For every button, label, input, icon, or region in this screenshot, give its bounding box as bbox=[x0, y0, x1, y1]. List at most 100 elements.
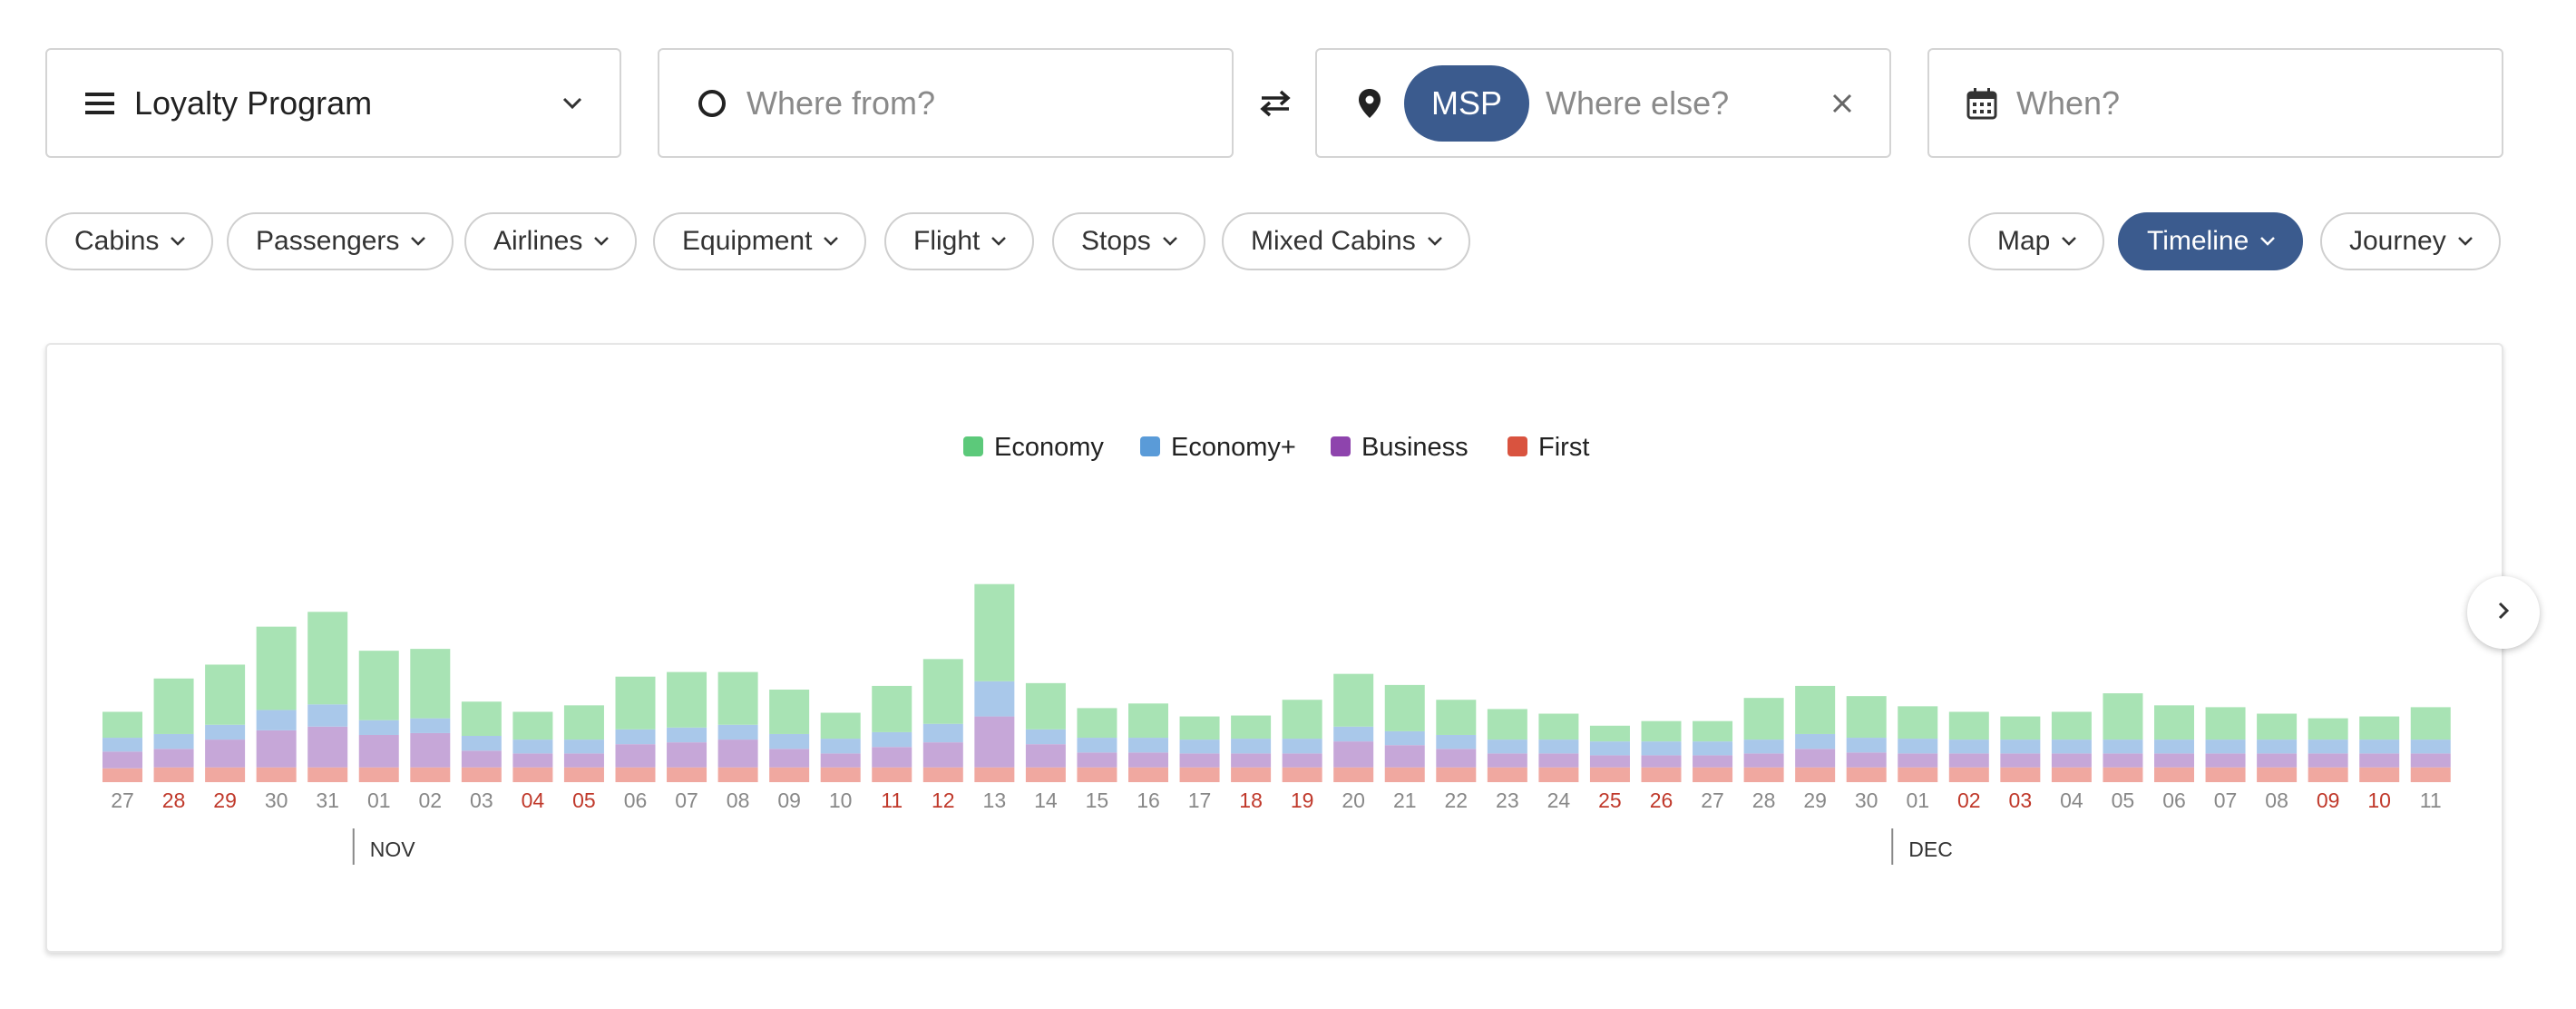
chevron-right-icon bbox=[2496, 600, 2511, 626]
bar-segment-economy-plus bbox=[1025, 729, 1066, 745]
chevron-down-icon bbox=[1427, 236, 1443, 247]
bar-segment-business bbox=[1282, 753, 1322, 768]
x-tick-label: 19 bbox=[1291, 789, 1314, 812]
x-tick-label: 05 bbox=[572, 789, 596, 812]
x-tick-label: 28 bbox=[1752, 789, 1776, 812]
x-tick-label: 02 bbox=[1957, 789, 1981, 812]
menu-icon bbox=[83, 87, 116, 120]
bar-segment-economy bbox=[1641, 720, 1682, 742]
bar-segment-economy-plus bbox=[769, 733, 810, 749]
bar-segment-economy bbox=[2000, 716, 2041, 740]
x-tick-label: 28 bbox=[162, 789, 186, 812]
bar-segment-economy bbox=[2051, 711, 2092, 740]
swap-arrows-icon[interactable] bbox=[1255, 87, 1295, 120]
bar-segment-economy bbox=[2205, 707, 2246, 740]
bar-segment-business bbox=[461, 750, 502, 768]
legend-label: First bbox=[1538, 433, 1589, 462]
filter-mixed-cabins[interactable]: Mixed Cabins bbox=[1222, 212, 1470, 270]
destination-chip-msp[interactable]: MSP bbox=[1404, 64, 1530, 142]
bar-segment-business bbox=[1231, 753, 1272, 768]
bar-segment-economy bbox=[1077, 708, 1117, 739]
bar-segment-economy-plus bbox=[102, 738, 142, 752]
bar-segment-business bbox=[1589, 755, 1630, 768]
bar-segment-first bbox=[1795, 767, 1836, 782]
filter-airlines[interactable]: Airlines bbox=[464, 212, 638, 270]
next-period-button[interactable] bbox=[2467, 576, 2540, 649]
bar-segment-business bbox=[769, 749, 810, 768]
bar-segment-economy-plus bbox=[2257, 740, 2298, 754]
bar-segment-economy-plus bbox=[717, 724, 758, 740]
bar-segment-first bbox=[667, 767, 707, 782]
filter-passengers[interactable]: Passengers bbox=[227, 212, 454, 270]
bar-segment-business bbox=[1179, 753, 1220, 768]
x-tick-label: 11 bbox=[881, 789, 903, 812]
filter-label: Equipment bbox=[682, 226, 813, 256]
bar-segment-business bbox=[358, 734, 399, 768]
bar-segment-first bbox=[2308, 767, 2348, 782]
bar-segment-economy bbox=[2359, 716, 2400, 740]
x-tick-label: 07 bbox=[675, 789, 698, 812]
bar-segment-economy bbox=[1538, 713, 1579, 740]
bar-segment-economy-plus bbox=[872, 731, 912, 748]
bar-segment-economy-plus bbox=[205, 724, 246, 740]
bar-segment-first bbox=[2103, 767, 2143, 782]
bar-segment-economy bbox=[667, 671, 707, 728]
bar-segment-economy-plus bbox=[2103, 740, 2143, 754]
bar-segment-first bbox=[1589, 767, 1630, 782]
x-tick-label: 30 bbox=[265, 789, 288, 812]
bar-segment-first bbox=[2410, 767, 2451, 782]
bar-segment-first bbox=[872, 767, 912, 782]
view-journey[interactable]: Journey bbox=[2320, 212, 2501, 270]
filter-equipment[interactable]: Equipment bbox=[653, 212, 867, 270]
bar-segment-economy bbox=[1128, 703, 1168, 739]
bar-segment-first bbox=[1282, 767, 1322, 782]
date-input[interactable]: When? bbox=[1927, 48, 2503, 158]
bar-segment-economy-plus bbox=[256, 710, 297, 730]
bar-segment-business bbox=[717, 740, 758, 768]
legend-label: Economy+ bbox=[1171, 433, 1296, 462]
bar-segment-economy bbox=[1487, 709, 1527, 740]
bar-segment-business bbox=[2410, 753, 2451, 768]
chevron-down-icon bbox=[2457, 236, 2474, 247]
x-tick-label: 13 bbox=[983, 789, 1007, 812]
bar-segment-first bbox=[1077, 767, 1117, 782]
origin-input[interactable]: Where from? bbox=[658, 48, 1234, 158]
bar-segment-business bbox=[512, 753, 553, 768]
view-map[interactable]: Map bbox=[1968, 212, 2105, 270]
x-tick-label: 14 bbox=[1034, 789, 1058, 812]
bar-segment-economy-plus bbox=[2154, 740, 2194, 754]
bar-segment-first bbox=[410, 767, 451, 782]
bar-segment-economy-plus bbox=[410, 718, 451, 733]
destination-input[interactable]: MSP Where else? bbox=[1315, 48, 1891, 158]
bar-segment-first bbox=[102, 768, 142, 782]
bar-segment-economy bbox=[2103, 693, 2143, 740]
filter-stops[interactable]: Stops bbox=[1052, 212, 1205, 270]
loyalty-program-select[interactable]: Loyalty Program bbox=[45, 48, 621, 158]
chevron-down-icon bbox=[561, 96, 583, 111]
chevron-down-icon bbox=[170, 236, 186, 247]
x-tick-label: 18 bbox=[1239, 789, 1263, 812]
x-tick-label: 29 bbox=[213, 789, 237, 812]
bar-segment-economy bbox=[1693, 720, 1733, 742]
bar-segment-first bbox=[1179, 767, 1220, 782]
bar-segment-first bbox=[2257, 767, 2298, 782]
bar-segment-business bbox=[2154, 753, 2194, 768]
bar-segment-business bbox=[1384, 745, 1425, 768]
close-icon[interactable] bbox=[1831, 93, 1853, 114]
x-tick-label: 29 bbox=[1803, 789, 1827, 812]
bar-segment-business bbox=[1641, 755, 1682, 768]
x-tick-label: 16 bbox=[1137, 789, 1160, 812]
filter-cabins[interactable]: Cabins bbox=[45, 212, 214, 270]
x-tick-label: 31 bbox=[316, 789, 339, 812]
bar-segment-business bbox=[1743, 753, 1784, 768]
bar-segment-first bbox=[1384, 767, 1425, 782]
loyalty-program-label: Loyalty Program bbox=[134, 83, 373, 122]
bar-segment-economy-plus bbox=[1384, 730, 1425, 746]
filter-flight[interactable]: Flight bbox=[884, 212, 1035, 270]
view-timeline[interactable]: Timeline bbox=[2118, 212, 2304, 270]
x-tick-label: 30 bbox=[1855, 789, 1878, 812]
month-label: NOV bbox=[370, 838, 416, 861]
bar-segment-first bbox=[2205, 767, 2246, 782]
bar-segment-first bbox=[256, 767, 297, 782]
bar-segment-business bbox=[2000, 753, 2041, 768]
